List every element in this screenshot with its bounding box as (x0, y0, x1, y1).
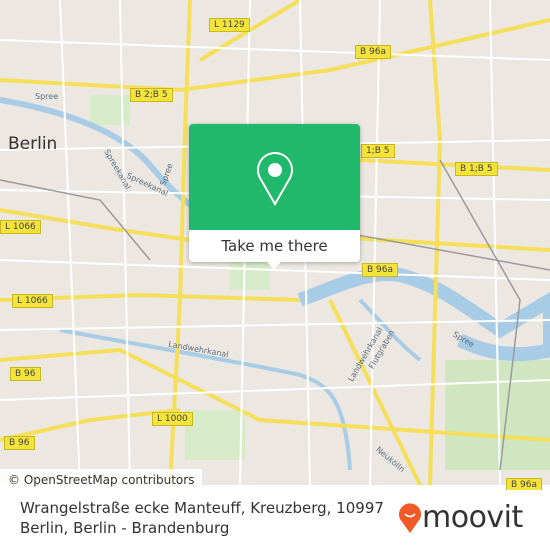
road-shield: B 96 (4, 436, 35, 450)
road-shield: L 1129 (209, 18, 250, 32)
footer: Wrangelstraße ecke Manteuff, Kreuzberg, … (0, 490, 550, 550)
city-label: Berlin (8, 134, 58, 154)
park (185, 410, 245, 460)
address-text: Wrangelstraße ecke Manteuff, Kreuzberg, … (20, 499, 384, 537)
location-popup: Take me there (189, 124, 360, 269)
park (90, 95, 130, 125)
road-shield: B 96a (362, 263, 399, 277)
take-me-there-button[interactable]: Take me there (189, 230, 360, 262)
map-attribution[interactable]: © OpenStreetMap contributors (0, 469, 203, 491)
road-shield: 1;B 5 (361, 144, 395, 158)
road-shield: L 1000 (152, 412, 193, 426)
map[interactable]: Berlin L 1129 B 96a B 2;B 5 1;B 5 B 1;B … (0, 0, 550, 492)
moovit-logo: moovit (398, 500, 523, 535)
road-shield: B 2;B 5 (130, 88, 173, 102)
road-shield: L 1066 (12, 294, 53, 308)
road-shield: B 96 (10, 367, 41, 381)
map-pin-icon (257, 152, 293, 207)
brand-name: moovit (422, 500, 523, 535)
road-shield: L 1066 (0, 220, 41, 234)
moovit-pin-icon (399, 502, 421, 533)
road-shield: B 1;B 5 (455, 162, 498, 176)
street-label: Spree (35, 92, 59, 101)
popup-pointer (266, 261, 282, 269)
popup-header (189, 124, 360, 230)
road-shield: B 96a (355, 45, 392, 59)
